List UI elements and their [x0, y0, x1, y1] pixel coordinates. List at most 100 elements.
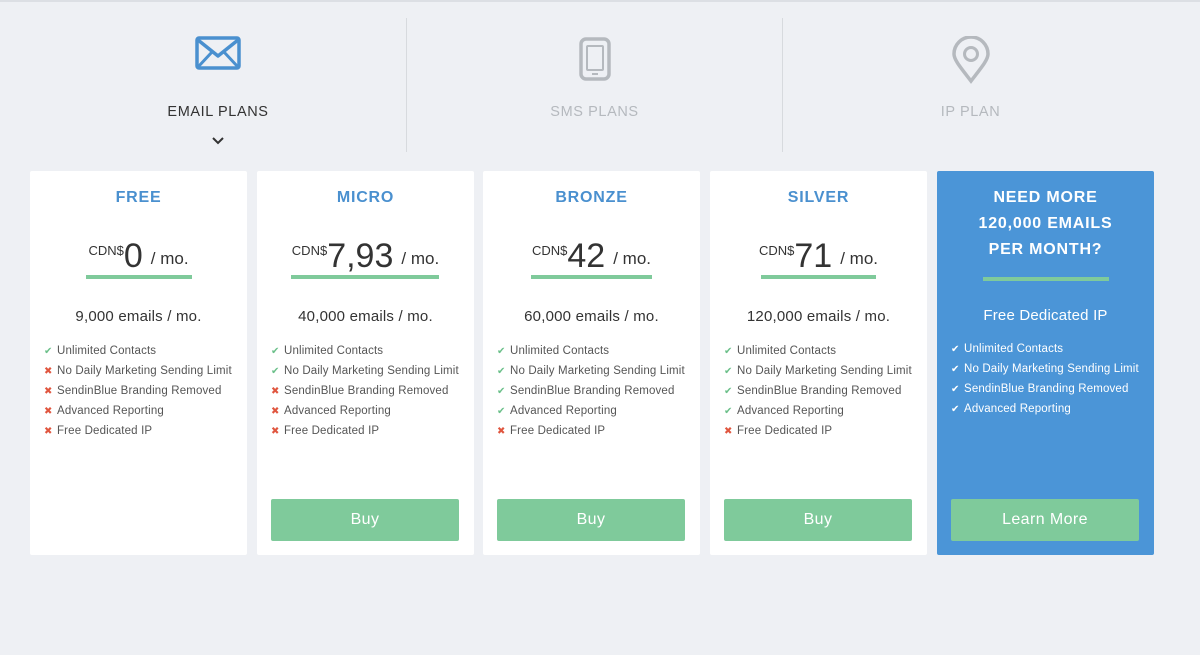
- check-icon: ✔: [724, 406, 733, 417]
- email-quota: 40,000 emails / mo.: [298, 308, 433, 325]
- check-icon: ✔: [271, 346, 280, 357]
- tab-sms-plans[interactable]: SMS PLANS: [406, 18, 782, 152]
- email-quota: 60,000 emails / mo.: [524, 308, 659, 325]
- tab-label: EMAIL PLANS: [167, 104, 269, 120]
- check-icon: ✔: [951, 364, 960, 375]
- price-amount: 0: [123, 237, 143, 275]
- top-border: [0, 0, 1200, 2]
- price-currency: CDN$: [88, 243, 124, 258]
- plan-name: BRONZE: [555, 189, 628, 206]
- feature-item: ✔ No Daily Marketing Sending Limit: [724, 363, 917, 381]
- price-amount: 7,93: [327, 237, 394, 275]
- feature-list: ✔ Unlimited Contacts ✖ No Daily Marketing …: [44, 343, 237, 443]
- check-icon: ✔: [724, 366, 733, 377]
- feature-item: ✔ Unlimited Contacts: [44, 343, 237, 361]
- cross-icon: ✖: [271, 406, 280, 417]
- email-quota: 120,000 emails / mo.: [746, 308, 891, 325]
- plan-tabs: EMAIL PLANS SMS PLANS IP PLAN: [30, 18, 1160, 152]
- check-icon: ✔: [951, 384, 960, 395]
- price-currency: CDN$: [531, 243, 568, 258]
- price-currency: CDN$: [291, 243, 328, 258]
- feature-item: ✔ Unlimited Contacts: [724, 343, 917, 361]
- feature-item: ✔ Advanced Reporting: [724, 403, 917, 421]
- feature-item: ✖ SendinBlue Branding Removed: [271, 383, 464, 401]
- plan-name: MICRO: [336, 189, 395, 206]
- cross-icon: ✖: [497, 426, 506, 437]
- feature-item: ✔ Advanced Reporting: [951, 401, 1144, 419]
- plan-price: CDN$ 7,93 / mo.: [257, 235, 474, 275]
- cross-icon: ✖: [271, 426, 280, 437]
- feature-list: ✔ Unlimited Contacts ✔ No Daily Marketing …: [951, 341, 1144, 421]
- tab-ip-plan[interactable]: IP PLAN: [782, 18, 1158, 152]
- price-amount: 71: [794, 237, 833, 275]
- envelope-icon: [30, 36, 406, 84]
- price-underline: [86, 275, 192, 279]
- feature-item: ✖ Free Dedicated IP: [271, 423, 464, 441]
- feature-item: ✔ Unlimited Contacts: [951, 341, 1144, 359]
- price-underline: [761, 275, 876, 279]
- check-icon: ✔: [497, 346, 506, 357]
- check-icon: ✔: [497, 406, 506, 417]
- feature-item: ✖ Free Dedicated IP: [497, 423, 690, 441]
- feature-item: ✔ No Daily Marketing Sending Limit: [271, 363, 464, 381]
- learn-more-button[interactable]: Learn More: [951, 499, 1139, 541]
- tab-email-plans[interactable]: EMAIL PLANS: [30, 18, 406, 152]
- plan-card-free: FREE CDN$ 0 / mo. 9,000 emails / mo. ✔ Un…: [30, 171, 247, 555]
- tab-label: SMS PLANS: [550, 104, 639, 120]
- chevron-down-icon: [30, 136, 406, 145]
- buy-button[interactable]: Buy: [724, 499, 912, 541]
- feature-list: ✔ Unlimited Contacts ✔ No Daily Marketing …: [271, 343, 464, 443]
- feature-item: ✔ No Daily Marketing Sending Limit: [951, 361, 1144, 379]
- mobile-phone-icon: [407, 36, 782, 84]
- check-icon: ✔: [497, 386, 506, 397]
- feature-item: ✔ No Daily Marketing Sending Limit: [497, 363, 690, 381]
- cross-icon: ✖: [724, 426, 733, 437]
- price-underline: [531, 275, 652, 279]
- feature-item: ✔ Advanced Reporting: [497, 403, 690, 421]
- check-icon: ✔: [497, 366, 506, 377]
- tab-label: IP PLAN: [940, 104, 1001, 120]
- cross-icon: ✖: [44, 406, 53, 417]
- buy-button[interactable]: Buy: [271, 499, 459, 541]
- plan-price: CDN$ 0 / mo.: [30, 235, 247, 275]
- plan-card-micro: MICRO CDN$ 7,93 / mo. 40,000 emails / mo…: [257, 171, 474, 555]
- plan-card-silver: SILVER CDN$ 71 / mo. 120,000 emails / mo…: [710, 171, 927, 555]
- plan-card-enterprise: NEED MORE 120,000 EMAILS PER MONTH? Free…: [937, 171, 1154, 555]
- price-period: / mo.: [613, 249, 652, 268]
- plan-name: FREE: [115, 189, 162, 206]
- email-quota: 9,000 emails / mo.: [75, 308, 202, 325]
- feature-item: ✖ Free Dedicated IP: [724, 423, 917, 441]
- title-underline: [983, 277, 1109, 281]
- feature-item: ✔ Unlimited Contacts: [497, 343, 690, 361]
- check-icon: ✔: [951, 344, 960, 355]
- enterprise-subtitle: Free Dedicated IP: [983, 307, 1108, 324]
- cross-icon: ✖: [44, 386, 53, 397]
- feature-item: ✖ SendinBlue Branding Removed: [44, 383, 237, 401]
- plan-price: CDN$ 71 / mo.: [710, 235, 927, 275]
- buy-button[interactable]: Buy: [497, 499, 685, 541]
- feature-item: ✔ SendinBlue Branding Removed: [497, 383, 690, 401]
- check-icon: ✔: [271, 366, 280, 377]
- location-pin-icon: [783, 36, 1158, 84]
- price-currency: CDN$: [758, 243, 795, 258]
- check-icon: ✔: [44, 346, 53, 357]
- price-period: / mo.: [401, 249, 440, 268]
- feature-item: ✖ Free Dedicated IP: [44, 423, 237, 441]
- feature-item: ✔ SendinBlue Branding Removed: [951, 381, 1144, 399]
- plan-card-bronze: BRONZE CDN$ 42 / mo. 60,000 emails / mo.…: [483, 171, 700, 555]
- feature-list: ✔ Unlimited Contacts ✔ No Daily Marketing …: [724, 343, 917, 443]
- check-icon: ✔: [724, 346, 733, 357]
- plan-name: SILVER: [787, 189, 850, 206]
- enterprise-title-line: PER MONTH?: [988, 241, 1103, 258]
- enterprise-title: NEED MORE 120,000 EMAILS PER MONTH?: [937, 185, 1154, 263]
- price-amount: 42: [567, 237, 606, 275]
- plan-price: CDN$ 42 / mo.: [483, 235, 700, 275]
- price-period: / mo.: [840, 249, 879, 268]
- enterprise-title-line: NEED MORE: [993, 189, 1098, 206]
- feature-item: ✖ No Daily Marketing Sending Limit: [44, 363, 237, 381]
- feature-item: ✔ Unlimited Contacts: [271, 343, 464, 361]
- feature-item: ✖ Advanced Reporting: [44, 403, 237, 421]
- price-period: / mo.: [150, 249, 189, 268]
- check-icon: ✔: [724, 386, 733, 397]
- price-underline: [291, 275, 439, 279]
